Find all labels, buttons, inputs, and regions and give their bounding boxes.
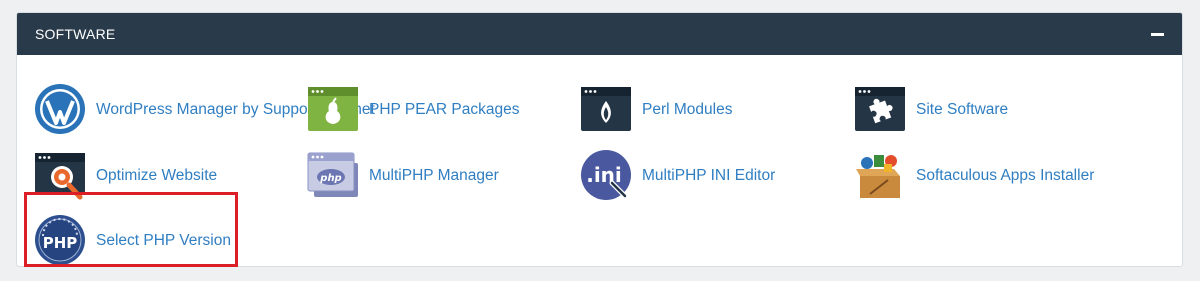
item-label: WordPress Manager by SupportHost.net xyxy=(96,100,375,118)
php-pear-packages-link[interactable]: PHP PEAR Packages xyxy=(307,83,519,135)
minus-icon[interactable] xyxy=(1150,27,1164,41)
panel-title: SOFTWARE xyxy=(35,26,116,42)
perl-modules-link[interactable]: Perl Modules xyxy=(580,83,732,135)
item-label: MultiPHP Manager xyxy=(369,166,499,184)
php-window-icon: php xyxy=(307,149,359,201)
item-label: PHP PEAR Packages xyxy=(369,100,520,118)
softaculous-apps-installer-link[interactable]: Softaculous Apps Installer xyxy=(854,149,1094,201)
ini-editor-icon: .ini xyxy=(580,149,632,201)
item-label: Perl Modules xyxy=(642,100,733,118)
highlight-box xyxy=(24,192,238,267)
svg-text:.ini: .ini xyxy=(586,163,622,187)
pear-icon xyxy=(307,83,359,135)
svg-text:php: php xyxy=(319,173,341,184)
wordpress-manager-link[interactable]: WordPress Manager by SupportHost.net xyxy=(34,83,375,135)
item-label: Optimize Website xyxy=(96,166,218,184)
site-software-link[interactable]: Site Software xyxy=(854,83,1008,135)
wordpress-icon xyxy=(34,83,86,135)
multiphp-ini-editor-link[interactable]: .ini MultiPHP INI Editor xyxy=(580,149,775,201)
softaculous-box-icon xyxy=(854,149,906,201)
item-label: Softaculous Apps Installer xyxy=(916,166,1095,184)
item-label: Site Software xyxy=(916,100,1009,118)
panel-header[interactable]: SOFTWARE xyxy=(17,13,1182,55)
puzzle-icon xyxy=(854,83,906,135)
item-label: MultiPHP INI Editor xyxy=(642,166,776,184)
perl-onion-icon xyxy=(580,83,632,135)
multiphp-manager-link[interactable]: php MultiPHP Manager xyxy=(307,149,499,201)
